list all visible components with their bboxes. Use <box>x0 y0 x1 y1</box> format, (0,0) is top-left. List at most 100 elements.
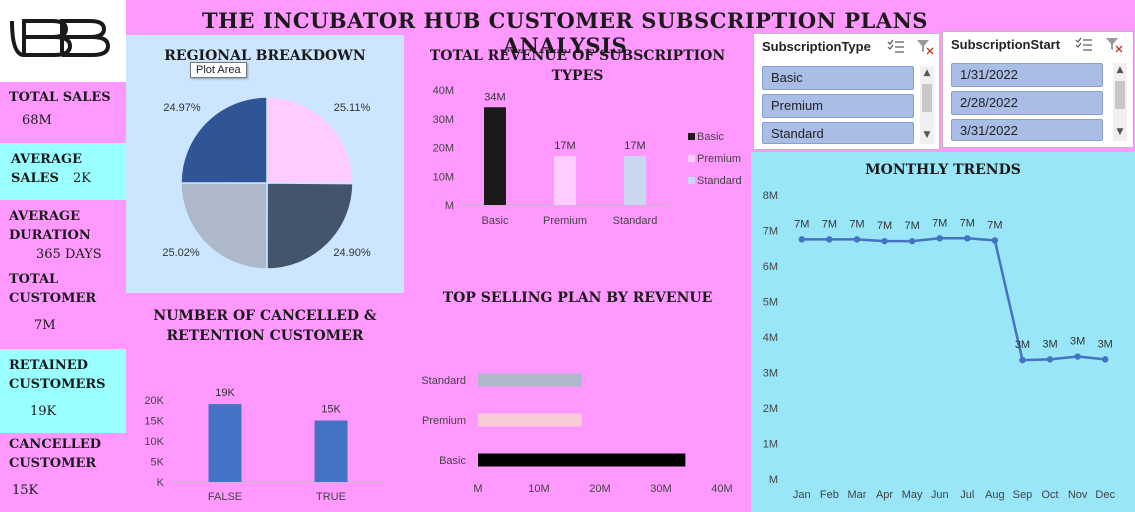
clear-filter-icon[interactable] <box>916 39 934 55</box>
y-tick-label: Basic <box>439 455 466 467</box>
kpi-retained-customers: RETAINED CUSTOMERS 19K <box>0 349 126 433</box>
slicer-item-date[interactable]: 1/31/2022 <box>951 63 1103 87</box>
x-tick-label: Apr <box>876 489 893 501</box>
slicer-scrollbar[interactable]: ▲ ▼ <box>920 66 934 144</box>
y-tick-label: 15K <box>144 416 164 428</box>
slicer-item-date[interactable]: 2/28/2022 <box>951 91 1103 115</box>
cancel-retention-panel[interactable]: NUMBER OF CANCELLED & RETENTION CUSTOMER… <box>126 300 404 510</box>
data-point <box>826 236 833 243</box>
kpi-label: DURATION <box>9 228 91 243</box>
data-point <box>936 235 943 242</box>
point-data-label: 7M <box>849 218 864 230</box>
y-tick-label: Standard <box>421 375 466 387</box>
data-point <box>881 237 888 245</box>
subscription-start-slicer[interactable]: SubscriptionStart 1/31/2022 2/28/2022 3/… <box>942 31 1134 148</box>
y-tick-label: K <box>157 477 165 489</box>
kpi-label: CUSTOMERS <box>9 377 106 392</box>
subscription-type-slicer[interactable]: SubscriptionType Basic Premium Standard … <box>753 33 940 150</box>
kpi-value: 15K <box>12 483 39 498</box>
y-tick-label: 7M <box>763 226 778 238</box>
kpi-label: TOTAL <box>9 272 59 287</box>
x-tick-label: 30M <box>650 483 671 495</box>
trend-line <box>801 237 1106 362</box>
plot-area-tooltip: Plot Area <box>190 62 247 78</box>
scroll-thumb[interactable] <box>1115 81 1125 109</box>
multi-select-icon[interactable] <box>887 39 905 55</box>
point-data-label: 7M <box>960 217 975 229</box>
pie-data-label: 24.97% <box>163 102 201 114</box>
slicer-header: SubscriptionType <box>762 39 871 54</box>
regional-pie-chart[interactable]: 25.11% 24.90% 25.02% 24.97% <box>126 35 404 293</box>
x-tick-label: Mar <box>847 489 866 501</box>
x-tick-label: Dec <box>1095 489 1115 501</box>
x-tick-label: Standard <box>613 215 658 227</box>
point-data-label: 7M <box>904 220 919 232</box>
y-tick-label: 3M <box>763 368 778 380</box>
bar-data-label: 17M <box>554 140 575 152</box>
legend-swatch <box>688 133 695 140</box>
data-point <box>991 237 999 244</box>
scroll-thumb[interactable] <box>922 84 932 112</box>
slicer-item-standard[interactable]: Standard <box>762 122 914 144</box>
y-tick-label: 30M <box>433 114 454 126</box>
kpi-label: RETAINED <box>9 358 88 373</box>
y-tick-label: 8M <box>763 190 778 202</box>
cancel-retention-bar-chart[interactable]: K 5K 10K 15K 20K 19K FALSE 15K TRUE <box>126 300 404 510</box>
y-tick-label: 2M <box>763 403 778 415</box>
kpi-label: SALES <box>11 171 59 186</box>
slicer-header: SubscriptionStart <box>951 37 1061 52</box>
bar-data-label: 34M <box>484 91 505 103</box>
y-tick-label: 10M <box>433 171 454 183</box>
scroll-up-icon[interactable]: ▲ <box>1113 65 1127 75</box>
clear-filter-icon[interactable] <box>1105 37 1123 53</box>
y-tick-label: 4M <box>763 332 778 344</box>
x-tick-label: M <box>473 483 482 495</box>
bar-data-label: 15K <box>321 404 341 416</box>
top-selling-bar-chart[interactable]: Standard Premium Basic M 10M 20M 30M 40M <box>405 280 750 510</box>
x-tick-label: Oct <box>1041 489 1058 501</box>
kpi-label: CUSTOMER <box>9 291 97 306</box>
y-tick-label: M <box>769 474 778 486</box>
monthly-line-chart[interactable]: M1M2M3M4M5M6M7M8M7MJan7MFeb7MMar7MApr7MM… <box>751 152 1135 512</box>
x-tick-label: 20M <box>589 483 610 495</box>
bar <box>478 373 582 387</box>
scroll-up-icon[interactable]: ▲ <box>920 68 934 78</box>
kpi-cancelled-customer: CANCELLED CUSTOMER 15K <box>0 435 126 507</box>
x-tick-label: Jan <box>793 489 811 501</box>
x-tick-label: Premium <box>543 215 587 227</box>
point-data-label: 7M <box>794 218 809 230</box>
kpi-label: CANCELLED <box>9 437 102 452</box>
revenue-types-panel[interactable]: TOTAL REVENUE OF SUBSCRIPTION TYPES M 10M… <box>405 40 750 240</box>
data-point <box>964 235 971 242</box>
bar <box>624 156 646 205</box>
legend-label: Basic <box>697 131 724 143</box>
scroll-down-icon[interactable]: ▼ <box>920 130 934 140</box>
revenue-bar-chart[interactable]: M 10M 20M 30M 40M 34M Basic 17M Premium 17M Standa… <box>405 40 750 240</box>
x-tick-label: FALSE <box>208 491 242 503</box>
y-tick-label: 20K <box>144 395 164 407</box>
regional-breakdown-panel[interactable]: REGIONAL BREAKDOWN 25.11% 24.90% 25.02% 24.… <box>126 35 404 293</box>
data-point <box>1046 356 1054 363</box>
point-data-label: 3M <box>1015 339 1030 351</box>
y-tick-label: 1M <box>763 439 778 451</box>
slicer-item-basic[interactable]: Basic <box>762 66 914 90</box>
y-tick-label: M <box>445 200 454 212</box>
y-tick-label: 40M <box>433 85 454 97</box>
scroll-down-icon[interactable]: ▼ <box>1113 127 1127 137</box>
x-tick-label: TRUE <box>316 491 346 503</box>
slicer-item-premium[interactable]: Premium <box>762 94 914 118</box>
x-tick-label: 40M <box>711 483 732 495</box>
slicer-item-date[interactable]: 3/31/2022 <box>951 119 1103 141</box>
kpi-value: 68M <box>22 113 52 128</box>
x-tick-label: Sep <box>1013 489 1033 501</box>
multi-select-icon[interactable] <box>1075 37 1093 53</box>
data-point <box>908 237 916 245</box>
bar-data-label: 17M <box>624 140 645 152</box>
monthly-trends-panel[interactable]: MONTHLY TRENDS M 1M 2M 3M 4M 5M 6M 7M 8M 7M Jan 7M F… <box>751 152 1135 512</box>
x-tick-label: Jul <box>960 489 974 501</box>
slicer-scrollbar[interactable]: ▲ ▼ <box>1113 63 1127 141</box>
point-data-label: 7M <box>932 217 947 229</box>
point-data-label: 7M <box>987 219 1002 231</box>
x-tick-label: 10M <box>528 483 549 495</box>
top-selling-panel[interactable]: TOP SELLING PLAN BY REVENUE Standard Prem… <box>405 280 750 510</box>
